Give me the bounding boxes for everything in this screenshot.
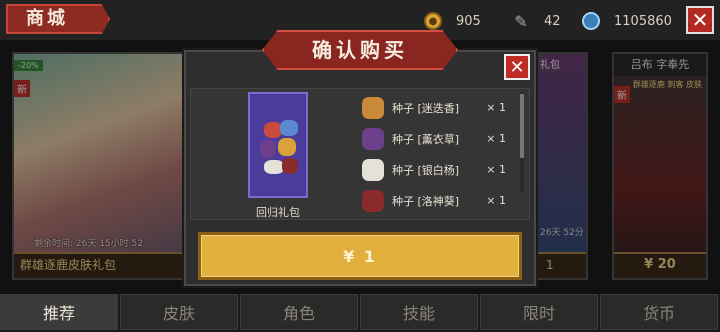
seed-bag-icon (280, 120, 298, 136)
gem-amount: 1105860 (614, 13, 672, 29)
gold-coin-icon: ● (424, 12, 442, 30)
rosemary-seed-icon (362, 96, 384, 119)
roselle-seed-icon (362, 189, 384, 212)
feather-counter: ✎ 42 (512, 9, 561, 33)
seed-icon (282, 158, 298, 174)
item-qty: × 1 (486, 163, 506, 176)
item-list-scrollbar[interactable] (520, 92, 524, 192)
item-qty: × 1 (486, 194, 506, 207)
scrollbar-thumb[interactable] (520, 94, 524, 158)
tab-skins[interactable]: 皮肤 (120, 294, 238, 330)
buy-button[interactable]: ¥ 1 (198, 232, 522, 280)
gift-pack-image (248, 92, 308, 198)
tab-skills[interactable]: 技能 (360, 294, 478, 330)
dialog-title: 确认购买 (262, 30, 458, 70)
gift-pack-name: 回归礼包 (256, 206, 300, 219)
tab-characters[interactable]: 角色 (240, 294, 358, 330)
gold-amount: 905 (456, 13, 481, 29)
tab-limited[interactable]: 限时 (480, 294, 598, 330)
list-item: 种子 [薰衣草] × 1 (362, 123, 520, 154)
seed-icon (264, 160, 284, 174)
item-name: 种子 [洛神葵] (392, 194, 460, 208)
item-name: 种子 [迷迭香] (392, 101, 460, 115)
tab-recommended[interactable]: 推荐 (0, 294, 118, 330)
item-qty: × 1 (486, 132, 506, 145)
gold-counter: ● 905 (424, 9, 481, 33)
seed-icon (278, 138, 296, 156)
feather-icon: ✎ (514, 11, 528, 31)
dialog-close-button[interactable]: ✕ (504, 54, 530, 80)
seed-icon (260, 140, 276, 158)
gem-counter: 1105860 (582, 9, 672, 33)
list-item: 种子 [洛神葵] × 1 (362, 185, 520, 216)
lavender-seed-icon (362, 127, 384, 150)
shop-title: 商城 (6, 4, 110, 34)
shop-close-button[interactable]: ✕ (686, 6, 714, 34)
item-name: 种子 [银白杨] (392, 163, 460, 177)
category-tabs: 推荐 皮肤 角色 技能 限时 货币 (0, 294, 720, 332)
item-name: 种子 [薰衣草] (392, 132, 460, 146)
poplar-seed-icon (362, 158, 384, 181)
gem-icon (582, 12, 600, 30)
item-qty: × 1 (486, 101, 506, 114)
list-item: 种子 [迷迭香] × 1 (362, 92, 520, 123)
tab-currency[interactable]: 货币 (600, 294, 718, 330)
feather-amount: 42 (544, 13, 561, 29)
pack-item-list: 种子 [迷迭香] × 1 种子 [薰衣草] × 1 种子 [银白杨] × 1 种… (362, 92, 520, 216)
list-item: 种子 [银白杨] × 1 (362, 154, 520, 185)
